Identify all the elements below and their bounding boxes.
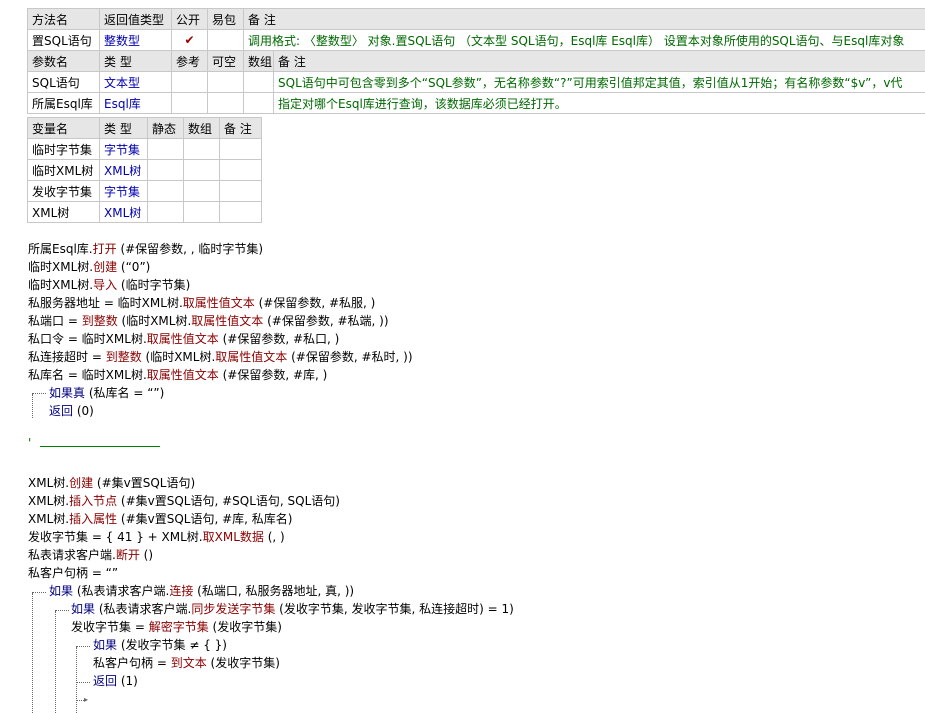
var-static-cell[interactable] [147,159,184,181]
code-line[interactable]: 发收字节集 = 解密字节集 (发收字节集) [71,618,282,636]
var-static-cell[interactable] [147,138,184,160]
col-var-type: 类 型 [99,117,148,139]
col-reference: 参考 [171,50,208,72]
public-check-icon[interactable]: ✔ [171,29,208,51]
separator-line [40,446,160,447]
code-line[interactable]: 返回 (1) [93,672,138,690]
col-method-name: 方法名 [27,8,100,30]
param-array-cell[interactable] [243,71,274,93]
param-ref-cell[interactable] [171,92,208,114]
var-type-cell[interactable]: 字节集 [99,180,148,202]
code-line[interactable]: 私客户句柄 = “” [28,564,118,582]
code-line[interactable]: 如果真 (私库名 = “”) [49,384,164,402]
var-array-cell[interactable] [183,180,220,202]
code-line[interactable]: XML树.插入属性 (#集v置SQL语句, #库, 私库名) [28,510,293,528]
param-note-cell[interactable]: 指定对哪个Esql库进行查询，该数据库必须已经打开。 [273,92,925,114]
code-line[interactable]: 私库名 = 临时XML树.取属性值文本 (#保留参数, #库, ) [28,366,327,384]
col-note: 备 注 [243,8,925,30]
method-note-cell[interactable]: 调用格式: 〈整数型〉 对象.置SQL语句 （文本型 SQL语句，Esql库 E… [243,29,925,51]
var-note-cell[interactable] [219,180,262,202]
easy-pkg-cell[interactable] [207,29,244,51]
param-name-cell[interactable]: SQL语句 [27,71,100,93]
param-nullable-cell[interactable] [207,71,244,93]
param-type-cell[interactable]: Esql库 [99,92,172,114]
code-line[interactable]: 如果 (私表请求客户端.连接 (私端口, 私服务器地址, 真, )) [49,582,354,600]
var-array-cell[interactable] [183,201,220,223]
param-type-cell[interactable]: 文本型 [99,71,172,93]
method-name-cell[interactable]: 置SQL语句 [27,29,100,51]
col-public: 公开 [171,8,208,30]
variable-table: 变量名 类 型 静态 数组 备 注 临时字节集 字节集 临时XML树 XML树 … [27,117,262,223]
code-line[interactable]: 临时XML树.导入 (临时字节集) [28,276,190,294]
comment-line[interactable]: ' [28,434,31,452]
var-type-cell[interactable]: 字节集 [99,138,148,160]
code-line[interactable]: XML树.插入节点 (#集v置SQL语句, #SQL语句, SQL语句) [28,492,340,510]
col-var-note: 备 注 [219,117,262,139]
param-name-cell[interactable]: 所属Esql库 [27,92,100,114]
code-line[interactable]: 私表请求客户端.断开 () [28,546,153,564]
code-line[interactable]: 私服务器地址 = 临时XML树.取属性值文本 (#保留参数, #私服, ) [28,294,375,312]
col-param-note: 备 注 [273,50,925,72]
param-note-cell[interactable]: SQL语句中可包含零到多个“SQL参数”，无名称参数“?”可用索引值邦定其值，索… [273,71,925,93]
code-line[interactable]: 私连接超时 = 到整数 (临时XML树.取属性值文本 (#保留参数, #私时, … [28,348,413,366]
var-name-cell[interactable]: 临时字节集 [27,138,100,160]
code-line[interactable]: 返回 (0) [49,402,94,420]
col-array: 数组 [243,50,274,72]
col-return-type: 返回值类型 [99,8,172,30]
col-nullable: 可空 [207,50,244,72]
col-param-name: 参数名 [27,50,100,72]
code-line[interactable]: 所属Esql库.打开 (#保留参数, , 临时字节集) [28,240,263,258]
col-param-type: 类 型 [99,50,172,72]
code-line[interactable]: 私客户句柄 = 到文本 (发收字节集) [93,654,280,672]
param-table: 参数名 类 型 参考 可空 数组 备 注 SQL语句 文本型 SQL语句中可包含… [27,50,925,114]
code-line[interactable]: 发收字节集 = { 41 } + XML树.取XML数据 (, ) [28,528,285,546]
var-array-cell[interactable] [183,159,220,181]
code-line[interactable]: 如果 (发收字节集 ≠ { }) [93,636,227,654]
col-static: 静态 [147,117,184,139]
var-array-cell[interactable] [183,138,220,160]
param-ref-cell[interactable] [171,71,208,93]
var-name-cell[interactable]: 发收字节集 [27,180,100,202]
var-static-cell[interactable] [147,201,184,223]
param-nullable-cell[interactable] [207,92,244,114]
arrow-right-icon: ▸ [84,695,89,704]
method-table: 方法名 返回值类型 公开 易包 备 注 置SQL语句 整数型 ✔ 调用格式: 〈… [27,8,925,51]
var-static-cell[interactable] [147,180,184,202]
col-var-name: 变量名 [27,117,100,139]
col-easy-pkg: 易包 [207,8,244,30]
code-line[interactable]: 私端口 = 到整数 (临时XML树.取属性值文本 (#保留参数, #私端, )) [28,312,389,330]
col-var-array: 数组 [183,117,220,139]
param-array-cell[interactable] [243,92,274,114]
code-line[interactable]: 如果 (私表请求客户端.同步发送字节集 (发收字节集, 发收字节集, 私连接超时… [71,600,514,618]
var-name-cell[interactable]: XML树 [27,201,100,223]
code-line[interactable]: 临时XML树.创建 (“0”) [28,258,150,276]
var-type-cell[interactable]: XML树 [99,159,148,181]
var-type-cell[interactable]: XML树 [99,201,148,223]
var-note-cell[interactable] [219,201,262,223]
code-line[interactable]: 私口令 = 临时XML树.取属性值文本 (#保留参数, #私口, ) [28,330,339,348]
var-note-cell[interactable] [219,159,262,181]
code-line[interactable]: XML树.创建 (#集v置SQL语句) [28,474,195,492]
var-note-cell[interactable] [219,138,262,160]
method-return-type-cell[interactable]: 整数型 [99,29,172,51]
var-name-cell[interactable]: 临时XML树 [27,159,100,181]
